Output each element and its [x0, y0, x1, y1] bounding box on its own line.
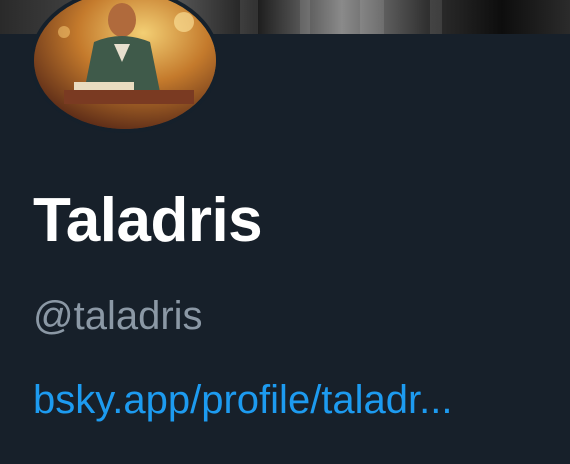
profile-header: Taladris @taladris bsky.app/profile/tala…	[0, 0, 570, 464]
avatar[interactable]	[34, 0, 216, 129]
user-handle: @taladris	[33, 294, 203, 338]
avatar-illustration	[34, 0, 216, 129]
profile-link[interactable]: bsky.app/profile/taladr...	[33, 374, 553, 426]
display-name: Taladris	[33, 186, 263, 255]
avatar-frame	[30, 0, 220, 133]
